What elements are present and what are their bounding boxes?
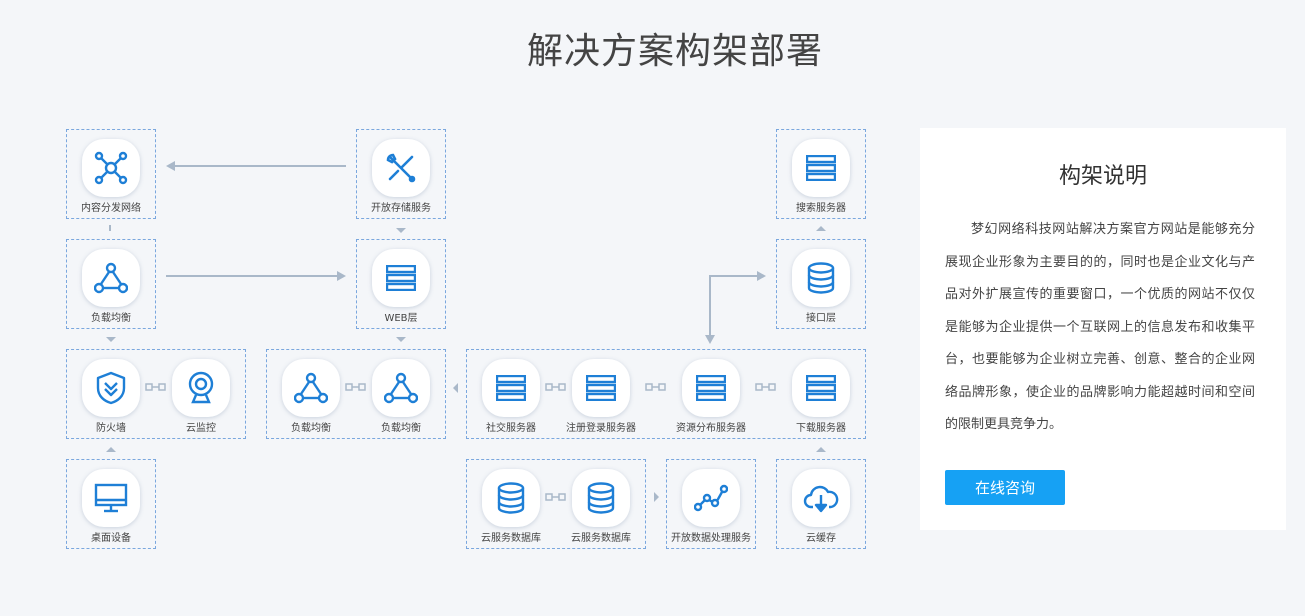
node-label: 搜索服务器 [796,203,846,214]
node-cache: 云缓存 [776,459,866,549]
server-icon [696,375,726,401]
node-label: 开放数据处理服务 [671,533,751,544]
node-lb2: 负载均衡 [266,349,356,439]
cloud-download-icon [803,485,839,513]
load-balance-icon [384,372,418,404]
shield-icon [96,371,126,405]
node-social: 社交服务器 [466,349,556,439]
panel-title: 构架说明 [1058,164,1147,189]
server-icon [386,265,416,291]
server-icon [806,155,836,181]
monitor-icon [94,483,128,513]
webcam-icon [188,371,214,404]
node-db2: 云服务数据库 [556,459,646,549]
node-lb1: 负载均衡 [66,239,156,329]
node-label: 云监控 [186,423,216,434]
network-hub-icon [94,151,128,185]
node-login: 注册登录服务器 [556,349,646,439]
node-dataproc: 开放数据处理服务 [666,459,756,549]
node-label: 接口层 [806,313,836,324]
node-label: 开放存储服务 [371,203,431,214]
node-firewall: 防火墙 [66,349,156,439]
node-label: 下载服务器 [796,423,846,434]
node-label: 云缓存 [806,533,836,544]
node-label: WEB层 [384,313,418,324]
load-balance-icon [294,372,328,404]
load-balance-icon [94,262,128,294]
node-search: 搜索服务器 [776,129,866,219]
node-label: 桌面设备 [91,533,131,544]
node-label: 负载均衡 [91,313,131,324]
node-label: 内容分发网络 [81,203,141,214]
server-icon [586,375,616,401]
node-web: WEB层 [356,239,446,329]
node-db1: 云服务数据库 [466,459,556,549]
node-storage: 开放存储服务 [356,129,446,219]
node-download: 下载服务器 [776,349,866,439]
server-icon [496,375,526,401]
node-lb3: 负载均衡 [356,349,446,439]
node-label: 注册登录服务器 [566,423,636,434]
node-api: 接口层 [776,239,866,329]
node-monitor: 云监控 [156,349,246,439]
server-icon [806,375,836,401]
online-consult-button[interactable]: 在线咨询 [945,470,1065,505]
wrench-screwdriver-icon [386,153,416,183]
line-chart-icon [694,484,728,512]
architecture-description-panel: 构架说明 梦幻网络科技网站解决方案官方网站是能够充分展现企业形象为主要目的的，同… [920,128,1286,530]
architecture-diagram: 内容分发网络 开放存储服务 搜索服务器 负载均衡 WEB层 接口层 防火墙 云监… [0,0,900,616]
node-label: 资源分布服务器 [676,423,746,434]
database-icon [497,482,525,514]
node-resource: 资源分布服务器 [666,349,756,439]
database-icon [807,262,835,294]
database-icon [587,482,615,514]
node-cdn: 内容分发网络 [66,129,156,219]
panel-description: 梦幻网络科技网站解决方案官方网站是能够充分展现企业形象为主要目的的，同时也是企业… [945,222,1255,432]
node-desktop: 桌面设备 [66,459,156,549]
node-label: 负载均衡 [381,423,421,434]
node-label: 云服务数据库 [571,533,631,544]
